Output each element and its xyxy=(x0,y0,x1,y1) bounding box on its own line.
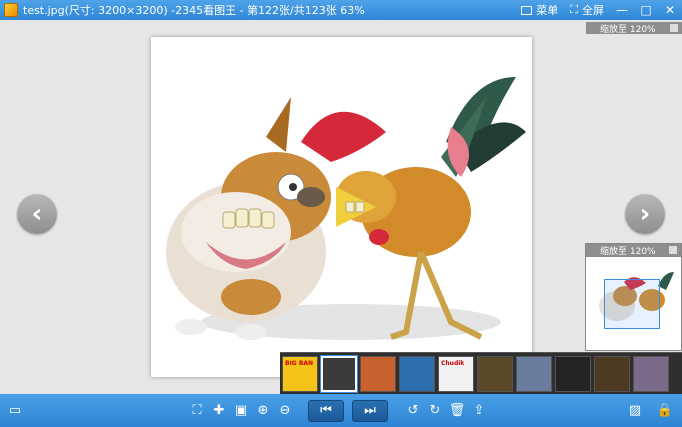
thumb-dark-orange[interactable] xyxy=(477,355,513,392)
window-title: test.jpg(尺寸: 3200×3200) -2345看图王 - 第122张… xyxy=(23,4,365,17)
thumb-chudik[interactable]: Chudik xyxy=(438,355,474,392)
thumb-dark-ui[interactable] xyxy=(555,355,591,392)
thumb-landscape[interactable] xyxy=(516,355,552,392)
thumbnail-caption: BIG BAN xyxy=(285,359,314,367)
image-info-icon[interactable]: ▨ xyxy=(624,400,646,422)
navigator-panel[interactable]: 缩放至 120% xyxy=(585,243,682,351)
menu-label: 菜单 xyxy=(536,4,559,17)
dog-rooster-illustration xyxy=(166,77,526,340)
maximize-button[interactable]: □ xyxy=(634,0,658,20)
thumb-sunset[interactable] xyxy=(633,355,669,392)
thumb-orange-bar[interactable] xyxy=(594,355,630,392)
fit-window-icon[interactable]: ⛶ xyxy=(186,400,208,422)
actual-size-icon[interactable]: ✚ xyxy=(208,400,230,422)
minimize-button[interactable]: — xyxy=(610,0,634,20)
thumb-colorful-grid[interactable] xyxy=(360,355,396,392)
navigator-header: 缩放至 120% xyxy=(586,244,681,257)
slideshow-icon[interactable]: ▣ xyxy=(230,400,252,422)
previous-image-arrow[interactable]: ‹ xyxy=(17,194,57,234)
thumb-yellow-banner[interactable]: BIG BAN xyxy=(282,355,318,392)
lock-icon[interactable]: 🔒 xyxy=(654,400,676,422)
fullscreen-button[interactable]: ⛶ 全屏 xyxy=(564,0,610,20)
close-zoom-indicator-icon[interactable] xyxy=(670,24,678,32)
skip-forward-icon: ⏭ xyxy=(364,403,376,418)
close-button[interactable]: ✕ xyxy=(658,0,682,20)
title-bar: test.jpg(尺寸: 3200×3200) -2345看图王 - 第122张… xyxy=(0,0,682,20)
thumbnail-caption: Chudik xyxy=(441,359,465,367)
zoom-out-icon[interactable]: ⊖ xyxy=(274,400,296,422)
thumbnail-strip[interactable]: BIG BAN Chudik xyxy=(280,352,682,394)
previous-image-button[interactable]: ⏮ xyxy=(308,399,344,422)
skip-back-icon: ⏮ xyxy=(320,403,332,418)
close-navigator-icon[interactable] xyxy=(669,246,677,254)
delete-icon[interactable]: 🗑 xyxy=(446,400,468,422)
fullscreen-label: 全屏 xyxy=(582,4,604,17)
fullscreen-icon: ⛶ xyxy=(570,3,578,16)
thumbnail-toggle-icon[interactable]: ▭ xyxy=(4,400,26,422)
open-folder-icon[interactable]: ⇪ xyxy=(468,400,490,422)
image-viewer[interactable]: ‹ › 缩放至 120% 缩放至 120% xyxy=(0,20,682,394)
zoom-indicator-label: 缩放至 120% xyxy=(600,24,656,35)
navigator-label: 缩放至 120% xyxy=(600,247,656,257)
chevron-left-icon: ‹ xyxy=(31,199,43,229)
thumb-phone-app[interactable] xyxy=(321,355,357,392)
main-image[interactable] xyxy=(151,37,532,377)
next-image-button[interactable]: ⏭ xyxy=(352,399,388,422)
zoom-indicator: 缩放至 120% xyxy=(586,22,682,35)
menu-icon xyxy=(521,5,533,15)
rotate-right-icon[interactable]: ↻ xyxy=(424,400,446,422)
thumb-blue-screen[interactable] xyxy=(399,355,435,392)
navigator-viewport[interactable] xyxy=(604,279,660,329)
menu-button[interactable]: 菜单 xyxy=(515,0,564,20)
app-icon xyxy=(4,3,18,17)
chevron-right-icon: › xyxy=(639,199,651,229)
zoom-in-icon[interactable]: ⊕ xyxy=(252,400,274,422)
bottom-toolbar: ▭ ⛶ ✚ ▣ ⊕ ⊖ ⏮ ⏭ ↺ ↻ 🗑 ⇪ ▨ 🔒 xyxy=(0,394,682,427)
next-image-arrow[interactable]: › xyxy=(625,194,665,234)
rotate-left-icon[interactable]: ↺ xyxy=(402,400,424,422)
